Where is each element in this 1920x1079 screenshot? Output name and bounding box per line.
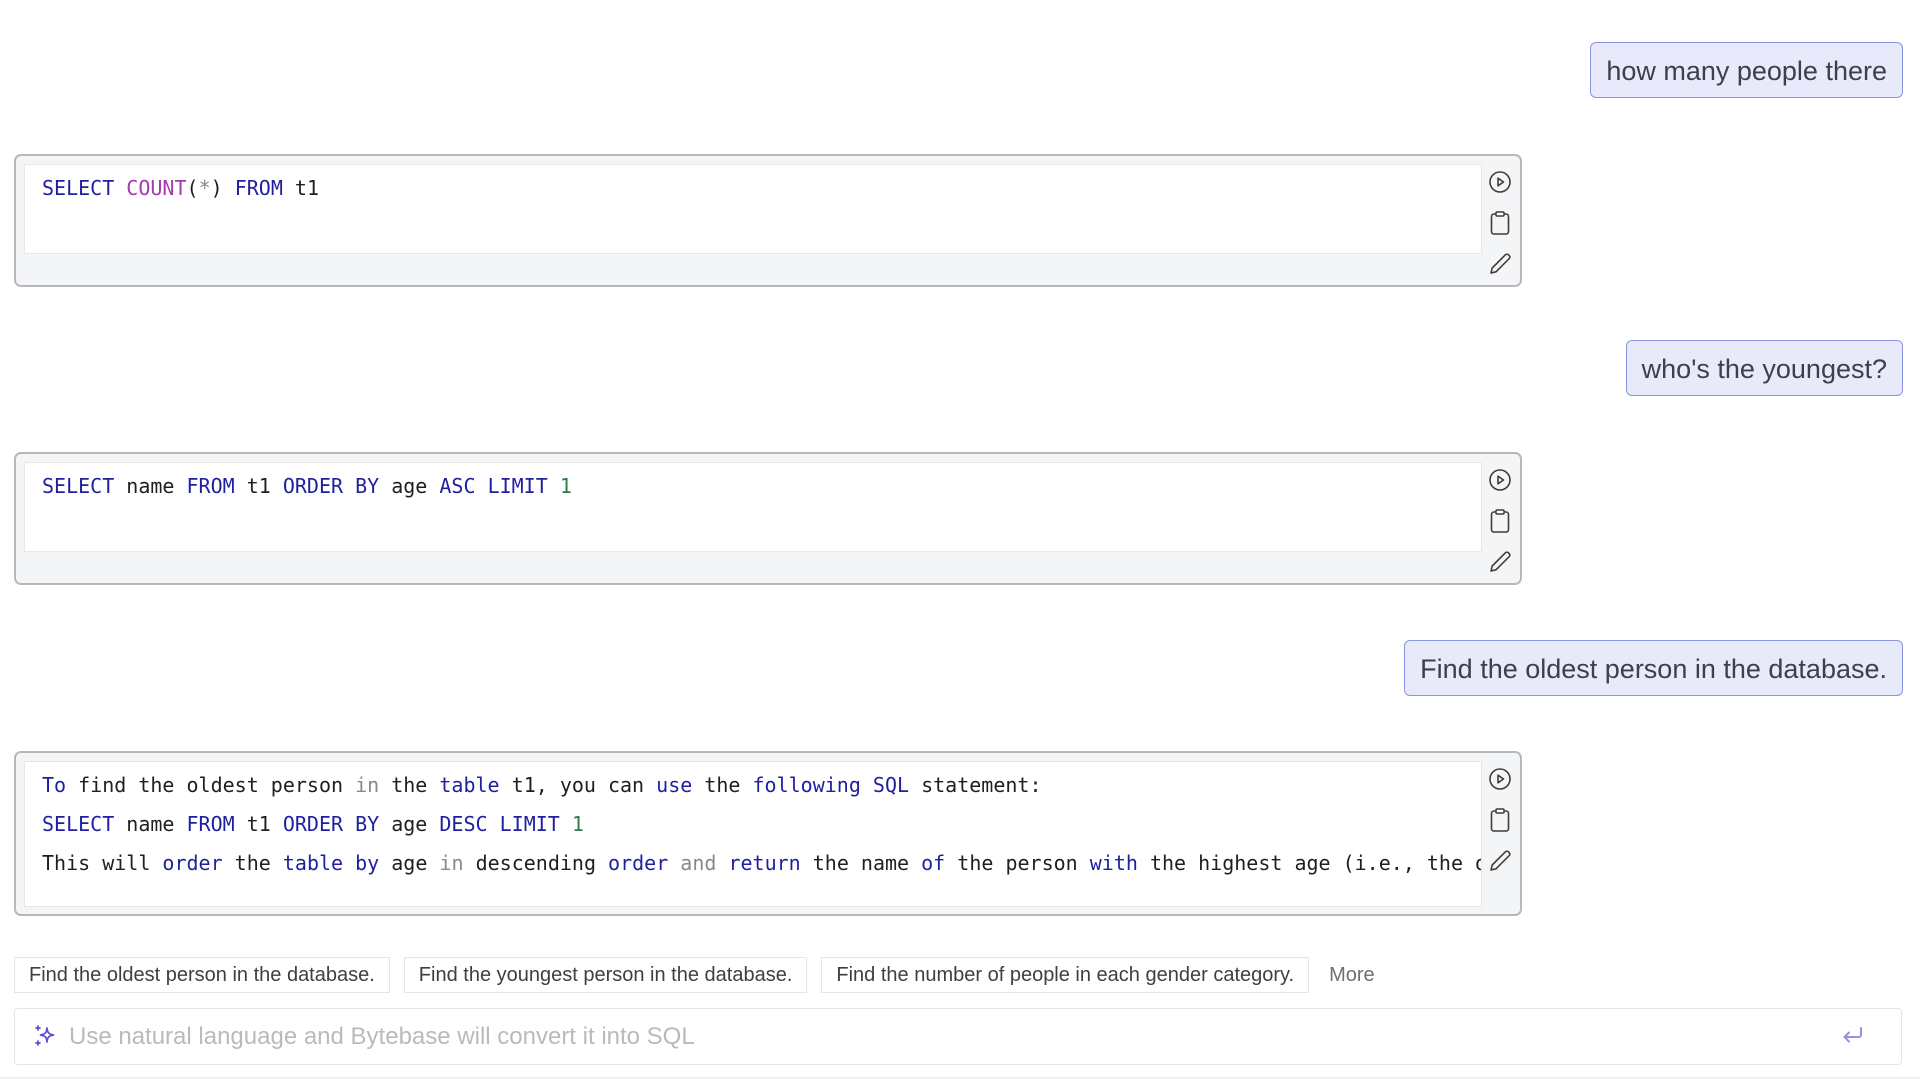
sql-response-card: SELECT name FROM t1 ORDER BY age ASC LIM… (14, 452, 1522, 585)
user-message: Find the oldest person in the database. (1404, 640, 1903, 696)
more-suggestions-link[interactable]: More (1329, 964, 1375, 987)
edit-button[interactable] (1487, 849, 1513, 877)
response-actions (1486, 468, 1514, 578)
suggestion-list: Find the oldest person in the database. … (14, 957, 1375, 993)
copy-button[interactable] (1487, 807, 1513, 838)
code-line: To find the oldest person in the table t… (42, 773, 1042, 797)
sparkle-icon (33, 1024, 57, 1053)
suggestion-chip[interactable]: Find the oldest person in the database. (14, 957, 390, 993)
copy-button[interactable] (1487, 508, 1513, 539)
clipboard-icon (1489, 210, 1511, 241)
run-button[interactable] (1487, 170, 1513, 198)
copy-button[interactable] (1487, 210, 1513, 241)
sql-response-card: SELECT COUNT(*) FROM t1 (14, 154, 1522, 287)
run-button[interactable] (1487, 767, 1513, 795)
response-actions (1486, 767, 1514, 877)
edit-button[interactable] (1487, 252, 1513, 280)
prompt-input-box (14, 1008, 1902, 1065)
code-block: SELECT name FROM t1 ORDER BY age ASC LIM… (24, 462, 1482, 552)
prompt-input[interactable] (67, 1009, 1831, 1065)
code-block: SELECT COUNT(*) FROM t1 (24, 164, 1482, 254)
play-circle-icon (1488, 767, 1512, 796)
pencil-icon (1487, 549, 1513, 580)
play-circle-icon (1488, 468, 1512, 497)
suggestion-chip[interactable]: Find the number of people in each gender… (821, 957, 1310, 993)
code-line: SELECT COUNT(*) FROM t1 (42, 176, 319, 200)
user-message: who's the youngest? (1625, 340, 1903, 396)
suggestion-chip[interactable]: Find the youngest person in the database… (403, 957, 808, 993)
code-block: To find the oldest person in the table t… (24, 761, 1482, 907)
user-message: how many people there (1590, 42, 1903, 98)
code-line: SELECT name FROM t1 ORDER BY age ASC LIM… (42, 474, 572, 498)
clipboard-icon (1489, 508, 1511, 539)
run-button[interactable] (1487, 468, 1513, 496)
response-actions (1486, 170, 1514, 280)
play-circle-icon (1488, 170, 1512, 199)
pencil-icon (1487, 251, 1513, 282)
clipboard-icon (1489, 807, 1511, 838)
edit-button[interactable] (1487, 550, 1513, 578)
enter-return-icon[interactable] (1841, 1025, 1865, 1052)
sql-response-card: To find the oldest person in the table t… (14, 751, 1522, 916)
pencil-icon (1487, 848, 1513, 879)
code-line: This will order the table by age in desc… (42, 851, 1481, 875)
code-line: SELECT name FROM t1 ORDER BY age DESC LI… (42, 812, 584, 836)
